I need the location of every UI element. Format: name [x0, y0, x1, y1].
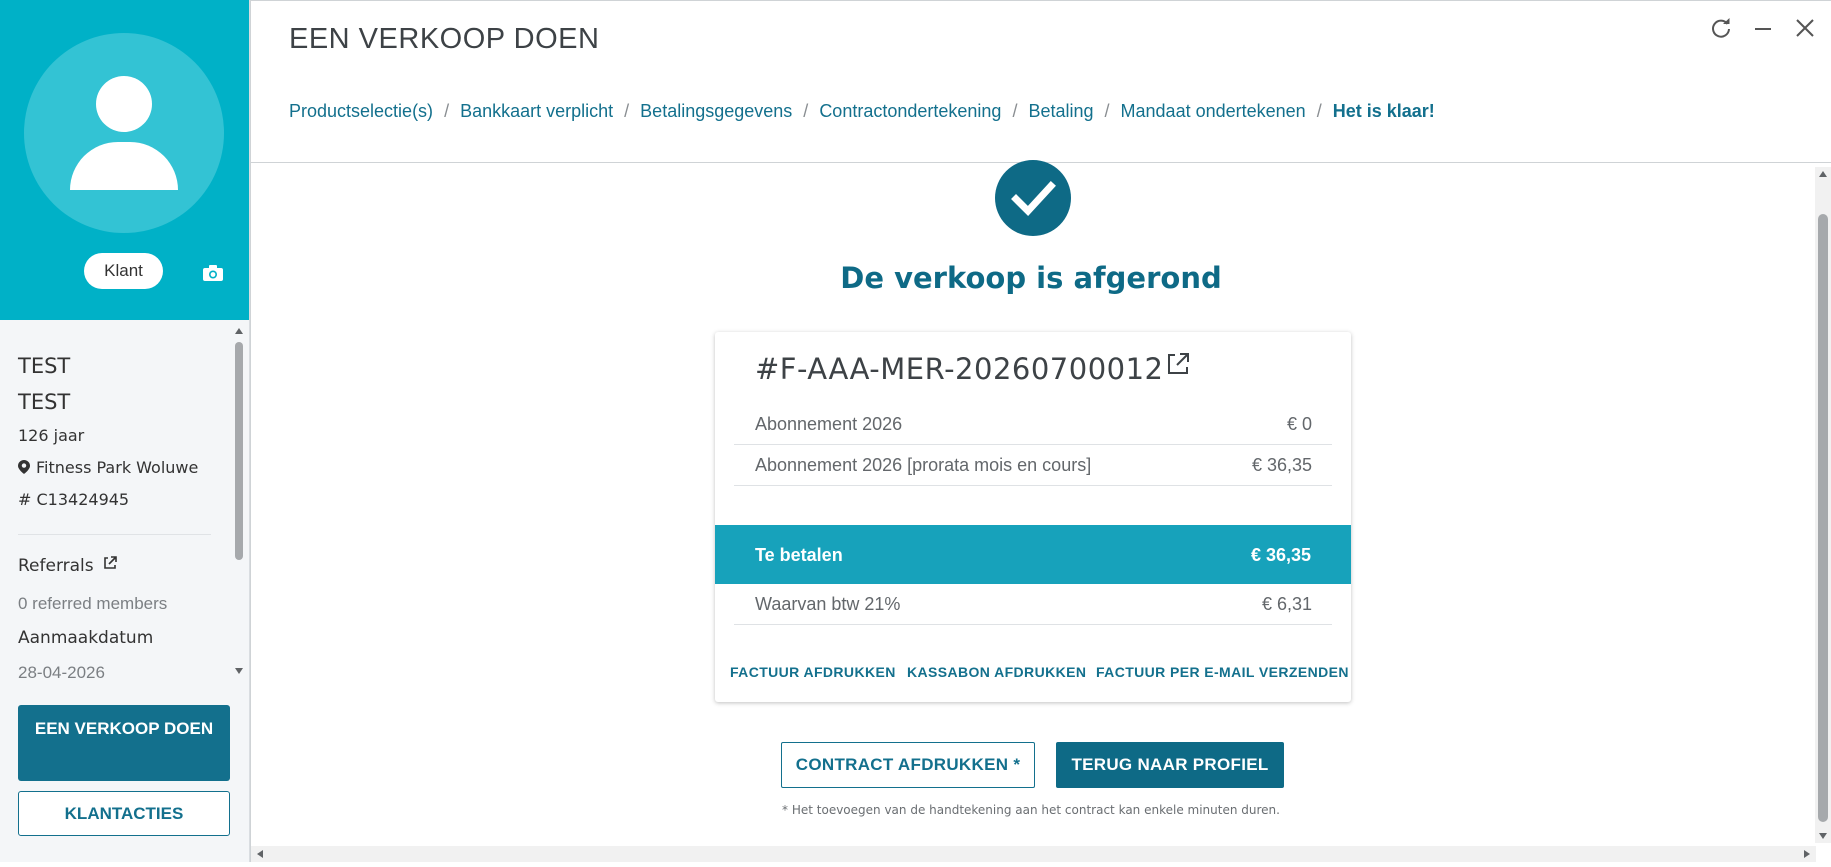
- breadcrumb-step-bankcard[interactable]: Bankkaart verplicht: [460, 101, 613, 121]
- signature-footnote: * Het toevoegen van de handtekening aan …: [782, 803, 1280, 817]
- created-title: Aanmaakdatum: [18, 628, 154, 648]
- breadcrumb: Productselectie(s) / Bankkaart verplicht / B…: [289, 101, 1435, 122]
- vat-line: Waarvan btw 21% € 6,31: [734, 584, 1332, 625]
- role-badge: Klant: [84, 253, 163, 289]
- total-amount: € 36,35: [1250, 545, 1311, 565]
- first-name: TEST: [18, 354, 71, 378]
- external-link-icon[interactable]: [103, 556, 117, 570]
- breadcrumb-separator: /: [624, 101, 630, 121]
- avatar-head-shape: [96, 76, 152, 132]
- breadcrumb-separator: /: [1104, 101, 1110, 121]
- customer-id: # C13424945: [18, 490, 130, 509]
- invoice-line: Abonnement 2026 [prorata mois en cours] …: [734, 445, 1332, 486]
- close-icon: [1796, 19, 1814, 37]
- created-value: 28-04-2026: [18, 663, 105, 682]
- avatar: [24, 33, 224, 233]
- completion-title: De verkoop is afgerond: [840, 261, 1222, 295]
- customer-actions-button[interactable]: KLANTACTIES: [18, 791, 230, 836]
- line-amount: € 36,35: [1251, 455, 1312, 475]
- vat-label: Waarvan btw 21%: [755, 594, 901, 614]
- referrals-value: 0 referred members: [18, 594, 168, 613]
- breadcrumb-step-payment[interactable]: Betaling: [1028, 101, 1093, 121]
- print-receipt-button[interactable]: KASSABON AFDRUKKEN: [907, 664, 1086, 680]
- success-check-icon: [995, 160, 1071, 236]
- customer-info: TEST TEST 126 jaar Fitness Park Woluwe #…: [18, 348, 198, 516]
- sidebar-scroll-thumb[interactable]: [235, 342, 243, 560]
- club-name: Fitness Park Woluwe: [36, 458, 199, 477]
- club-row: Fitness Park Woluwe: [18, 452, 198, 484]
- total-label: Te betalen: [755, 545, 843, 565]
- total-bar: Te betalen € 36,35: [715, 525, 1351, 584]
- breadcrumb-step-payment-details[interactable]: Betalingsgegevens: [640, 101, 792, 121]
- camera-icon[interactable]: [202, 264, 224, 282]
- location-pin-icon: [18, 460, 30, 474]
- profile-header: Klant: [0, 0, 249, 320]
- print-invoice-button[interactable]: FACTUUR AFDRUKKEN: [730, 664, 896, 680]
- referrals-title[interactable]: Referrals: [18, 556, 117, 576]
- sale-button[interactable]: EEN VERKOOP DOEN: [18, 705, 230, 781]
- invoice-number-row: #F-AAA-MER-20260700012: [755, 352, 1190, 386]
- email-invoice-button[interactable]: FACTUUR PER E-MAIL VERZENDEN: [1096, 664, 1349, 680]
- referrals-label: Referrals: [18, 556, 94, 576]
- invoice-card: #F-AAA-MER-20260700012 Abonnement 2026 €…: [715, 332, 1351, 702]
- close-button[interactable]: [1792, 15, 1818, 41]
- avatar-body-shape: [70, 142, 178, 190]
- invoice-number: #F-AAA-MER-20260700012: [755, 352, 1164, 386]
- refresh-button[interactable]: [1708, 15, 1734, 41]
- breadcrumb-separator: /: [1012, 101, 1018, 121]
- minimize-button[interactable]: [1750, 15, 1776, 41]
- dialog-header: EEN VERKOOP DOEN Productselectie(s) / Ba…: [251, 1, 1831, 163]
- window-controls: [1708, 15, 1818, 41]
- open-invoice-icon[interactable]: [1166, 352, 1190, 376]
- print-contract-button[interactable]: CONTRACT AFDRUKKEN *: [781, 742, 1035, 788]
- refresh-icon: [1712, 18, 1730, 38]
- scroll-arrows-icon: [257, 850, 1810, 858]
- line-label: Abonnement 2026 [prorata mois en cours]: [755, 455, 1092, 475]
- horizontal-scrollbar[interactable]: [251, 846, 1816, 862]
- divider: [18, 534, 211, 535]
- vat-amount: € 6,31: [1261, 594, 1312, 614]
- breadcrumb-separator: /: [444, 101, 450, 121]
- dialog-content: De verkoop is afgerond #F-AAA-MER-202607…: [251, 160, 1831, 843]
- breadcrumb-separator: /: [803, 101, 809, 121]
- age: 126 jaar: [18, 426, 85, 445]
- breadcrumb-separator: /: [1316, 101, 1322, 121]
- breadcrumb-step-contract[interactable]: Contractondertekening: [819, 101, 1001, 121]
- sale-dialog: EEN VERKOOP DOEN Productselectie(s) / Ba…: [250, 0, 1831, 862]
- customer-sidebar: Klant TEST TEST 126 jaar Fitness Park Wo…: [0, 0, 250, 862]
- line-amount: € 0: [1286, 414, 1312, 434]
- vertical-scroll-thumb[interactable]: [1818, 214, 1828, 822]
- line-label: Abonnement 2026: [755, 414, 903, 434]
- last-name: TEST: [18, 390, 71, 414]
- breadcrumb-step-mandate[interactable]: Mandaat ondertekenen: [1121, 101, 1306, 121]
- minimize-icon: [1755, 28, 1771, 30]
- breadcrumb-step-products[interactable]: Productselectie(s): [289, 101, 433, 121]
- breadcrumb-step-done: Het is klaar!: [1332, 101, 1435, 121]
- page-title: EEN VERKOOP DOEN: [289, 23, 600, 55]
- back-to-profile-button[interactable]: TERUG NAAR PROFIEL: [1056, 742, 1284, 788]
- invoice-line: Abonnement 2026 € 0: [734, 404, 1332, 445]
